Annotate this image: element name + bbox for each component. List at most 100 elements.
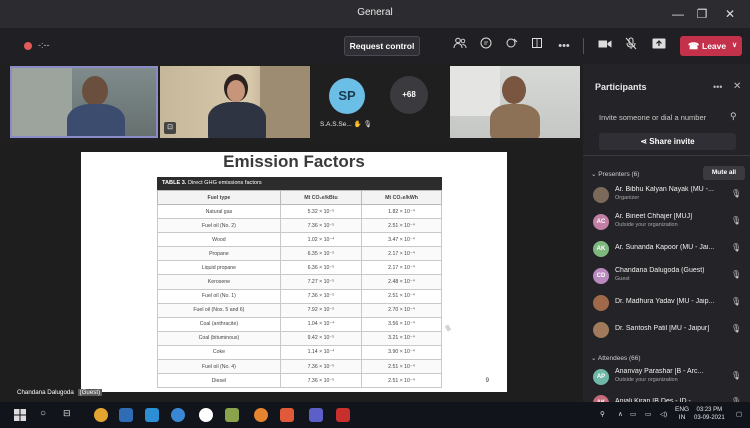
caption-text: Direct GHG emissions factors bbox=[188, 180, 262, 186]
user-tray-icon[interactable]: ⚲ bbox=[600, 410, 605, 418]
file-explorer-icon[interactable] bbox=[119, 408, 133, 422]
chat-icon[interactable] bbox=[477, 37, 495, 55]
share-invite-button[interactable]: ⋖ Share invite bbox=[599, 133, 736, 150]
participant-name: Dr. Madhura Yadav [MU - Jaip... bbox=[615, 298, 715, 305]
app-icon-red[interactable] bbox=[280, 408, 294, 422]
search-icon[interactable]: ⚲ bbox=[730, 111, 737, 122]
participant-name: Ar. Sunanda Kapoor (MU - Jai... bbox=[615, 244, 715, 251]
mic-muted-icon[interactable]: 🎙 bbox=[731, 189, 741, 198]
task-view-icon[interactable]: ⊟ bbox=[63, 408, 77, 422]
battery-icon[interactable]: ▭ bbox=[645, 410, 651, 418]
close-panel-icon[interactable]: ✕ bbox=[733, 81, 741, 92]
chrome-icon[interactable] bbox=[94, 408, 108, 422]
participant-row[interactable]: AK Ar. Sunanda Kapoor (MU - Jai... 🎙 bbox=[593, 238, 745, 260]
teams-icon[interactable] bbox=[309, 408, 323, 422]
maximize-icon[interactable]: ❐ bbox=[692, 5, 712, 23]
mic-muted-icon[interactable]: 🎙 bbox=[731, 216, 741, 225]
participant-row[interactable]: AC Ar. Bineet Chhajer [MUJ] Outside your o… bbox=[593, 211, 745, 233]
participant-row[interactable]: CD Chandana Dalugoda (Guest) Guest 🎙 bbox=[593, 265, 745, 287]
pin-icon[interactable]: ⊡ bbox=[164, 122, 176, 134]
avatar: AC bbox=[593, 214, 609, 230]
table-row: Propane 6.35 × 10⁻⁵ 2.17 × 10⁻⁴ bbox=[157, 246, 442, 262]
invite-input[interactable]: Invite someone or dial a number bbox=[599, 113, 706, 122]
col-header-co2-kwh: Mt CO₂e/kWh bbox=[361, 190, 442, 205]
tray-chevron-icon[interactable]: ∧ bbox=[618, 410, 623, 418]
cell-co2-kwh: 2.48 × 10⁻⁴ bbox=[361, 274, 442, 290]
table-body: Natural gas 5.32 × 10⁻⁵ 1.82 × 10⁻⁴ Fuel oi… bbox=[157, 203, 442, 389]
avatar: CD bbox=[593, 268, 609, 284]
clock[interactable]: 03:23 PM 03-09-2021 bbox=[694, 406, 725, 422]
edge-icon[interactable] bbox=[171, 408, 185, 422]
cell-co2-kbtu: 7.36 × 10⁻⁵ bbox=[279, 359, 363, 375]
mic-muted-icon[interactable]: 🎙 bbox=[731, 324, 741, 333]
attendees-header[interactable]: ⌄ Attendees (66) bbox=[591, 354, 641, 362]
avatar[interactable]: SP bbox=[329, 78, 365, 114]
rooms-icon[interactable] bbox=[528, 37, 546, 55]
person-head bbox=[502, 76, 526, 104]
network-icon[interactable]: ▭ bbox=[630, 410, 636, 418]
close-icon[interactable]: ✕ bbox=[720, 5, 740, 23]
video-tile-participant-1[interactable] bbox=[10, 66, 158, 138]
firefox-icon[interactable] bbox=[254, 408, 268, 422]
person-head bbox=[82, 76, 108, 106]
cell-co2-kwh: 3.90 × 10⁻⁴ bbox=[361, 344, 442, 361]
powerpoint-icon[interactable] bbox=[336, 408, 350, 422]
more-actions-icon[interactable]: ••• bbox=[555, 37, 573, 55]
cell-fuel-type: Kerosene bbox=[157, 274, 281, 290]
caption-prefix: TABLE 3. bbox=[162, 180, 187, 186]
search-taskbar-icon[interactable]: ○ bbox=[40, 408, 54, 422]
cell-fuel-type: Diesel bbox=[157, 373, 281, 389]
presenters-header[interactable]: ⌄ Presenters (6) bbox=[591, 170, 639, 178]
cell-co2-kwh: 2.51 × 10⁻⁴ bbox=[361, 218, 442, 234]
table-row: Fuel oil (No. 4) 7.36 × 10⁻⁵ 2.51 × 10⁻⁴ bbox=[157, 359, 442, 375]
language-indicator[interactable]: ENG IN bbox=[675, 406, 689, 422]
cell-co2-kbtu: 1.02 × 10⁻⁴ bbox=[279, 232, 363, 248]
more-participants-count[interactable]: +68 bbox=[390, 76, 428, 114]
participant-row[interactable]: AP Ananvay Parashar [B - Arc... Outside yo… bbox=[593, 366, 745, 388]
participant-name: Chandana Dalugoda (Guest) bbox=[615, 267, 705, 274]
cell-fuel-type: Natural gas bbox=[157, 203, 281, 220]
attendees-header-text: Attendees (66) bbox=[597, 355, 641, 362]
request-control-button[interactable]: Request control bbox=[344, 36, 420, 56]
mic-muted-icon[interactable]: 🎙 bbox=[731, 297, 741, 306]
participant-role: Guest bbox=[615, 276, 630, 282]
notifications-icon[interactable]: ▢ bbox=[736, 410, 742, 418]
camera-icon[interactable] bbox=[596, 37, 614, 55]
cell-co2-kbtu: 1.04 × 10⁻⁴ bbox=[279, 316, 363, 332]
mic-muted-icon[interactable]: 🎙 bbox=[731, 243, 741, 252]
reactions-icon[interactable] bbox=[503, 37, 521, 55]
participant-row[interactable]: Dr. Madhura Yadav [MU - Jaip... 🎙 bbox=[593, 292, 745, 314]
phone-hangup-icon: ☎ bbox=[688, 41, 700, 51]
cell-fuel-type: Liquid propane bbox=[157, 260, 281, 276]
table-row: Natural gas 5.32 × 10⁻⁵ 1.82 × 10⁻⁴ bbox=[157, 203, 442, 220]
windows-start-icon[interactable] bbox=[14, 408, 28, 422]
avatar bbox=[593, 322, 609, 338]
participants-icon[interactable] bbox=[451, 37, 469, 55]
volume-icon[interactable]: ◁) bbox=[660, 410, 667, 418]
emission-factors-table: Fuel type Mt CO₂e/kBtu Mt CO₂e/kWh Natur… bbox=[157, 190, 442, 389]
chevron-down-icon: ⌄ bbox=[591, 355, 597, 362]
title-bar: General — ❐ ✕ bbox=[0, 0, 750, 28]
cell-co2-kwh: 1.82 × 10⁻⁴ bbox=[361, 203, 442, 220]
lang-bottom: IN bbox=[678, 414, 686, 421]
participant-row[interactable]: Ar. Bibhu Kalyan Nayak (MU -... Organizer… bbox=[593, 184, 745, 206]
chrome-alt-icon[interactable] bbox=[199, 408, 213, 422]
cell-fuel-type: Coke bbox=[157, 344, 281, 361]
table-row: Wood 1.02 × 10⁻⁴ 3.47 × 10⁻⁴ bbox=[157, 232, 442, 248]
app-icon-green[interactable] bbox=[225, 408, 239, 422]
cell-co2-kbtu: 1.14 × 10⁻⁴ bbox=[279, 344, 363, 361]
leave-button[interactable]: ☎ Leave ∨ bbox=[680, 36, 742, 56]
store-icon[interactable] bbox=[145, 408, 159, 422]
presenter-name: Chandana Dalugoda bbox=[17, 389, 74, 396]
chevron-down-icon[interactable]: ∨ bbox=[732, 36, 737, 56]
mic-muted-icon[interactable] bbox=[622, 37, 640, 55]
more-options-icon[interactable]: ••• bbox=[713, 82, 722, 92]
minimize-icon[interactable]: — bbox=[668, 5, 688, 23]
mic-muted-icon[interactable]: 🎙 bbox=[731, 371, 741, 380]
participant-row[interactable]: Dr. Santosh Patil [MU - Jaipur] 🎙 bbox=[593, 319, 745, 341]
video-tile-participant-3[interactable] bbox=[450, 66, 580, 138]
mic-muted-icon[interactable]: 🎙 bbox=[731, 270, 741, 279]
mute-all-button[interactable]: Mute all bbox=[703, 166, 745, 180]
share-screen-icon[interactable] bbox=[650, 37, 668, 55]
video-tile-participant-2[interactable]: ⊡ bbox=[160, 66, 310, 138]
